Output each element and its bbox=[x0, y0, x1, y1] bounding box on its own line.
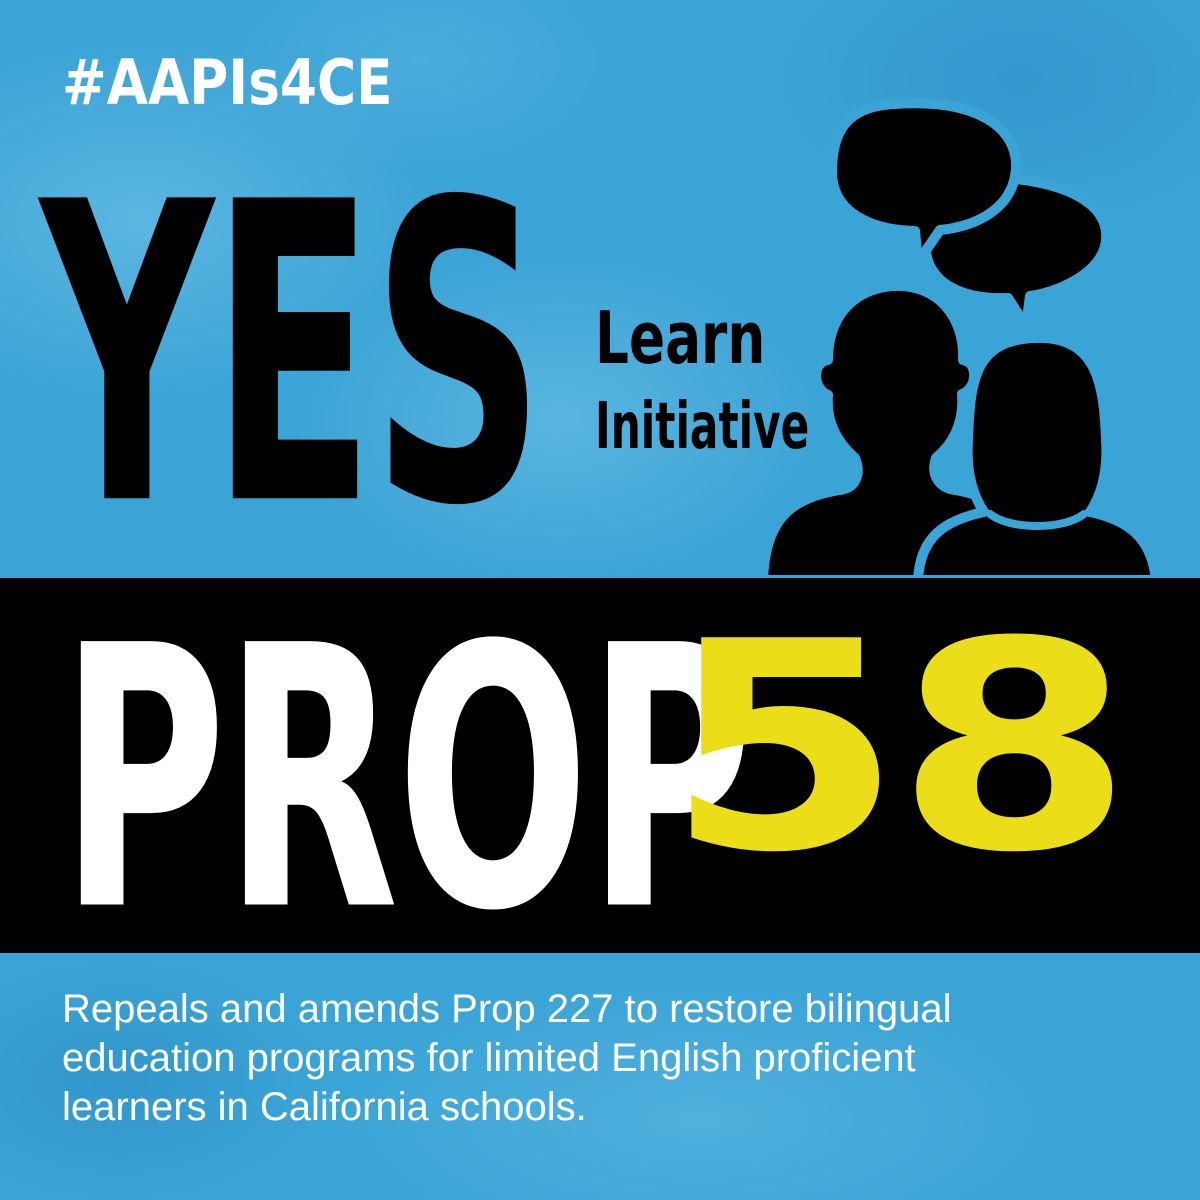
yes-headline: YES bbox=[40, 115, 545, 597]
prop-label: PROP bbox=[60, 569, 753, 991]
description-line: education programs for limited English p… bbox=[62, 1036, 916, 1080]
description-line: Repeals and amends Prop 227 to restore b… bbox=[62, 987, 952, 1031]
woman-silhouette-icon bbox=[913, 332, 1161, 585]
poster: #AAPIs4CE YES Learn Initiative PROP 58 R… bbox=[0, 0, 1200, 1200]
prop-number: 58 bbox=[665, 580, 1133, 916]
initiative-label: Initiative bbox=[595, 390, 810, 464]
description-line: learners in California schools. bbox=[62, 1085, 587, 1129]
speech-bubbles-icon bbox=[827, 98, 1112, 331]
description: Repeals and amends Prop 227 to restore b… bbox=[62, 985, 1182, 1132]
hashtag: #AAPIs4CE bbox=[62, 46, 393, 119]
learn-label: Learn bbox=[595, 296, 766, 380]
